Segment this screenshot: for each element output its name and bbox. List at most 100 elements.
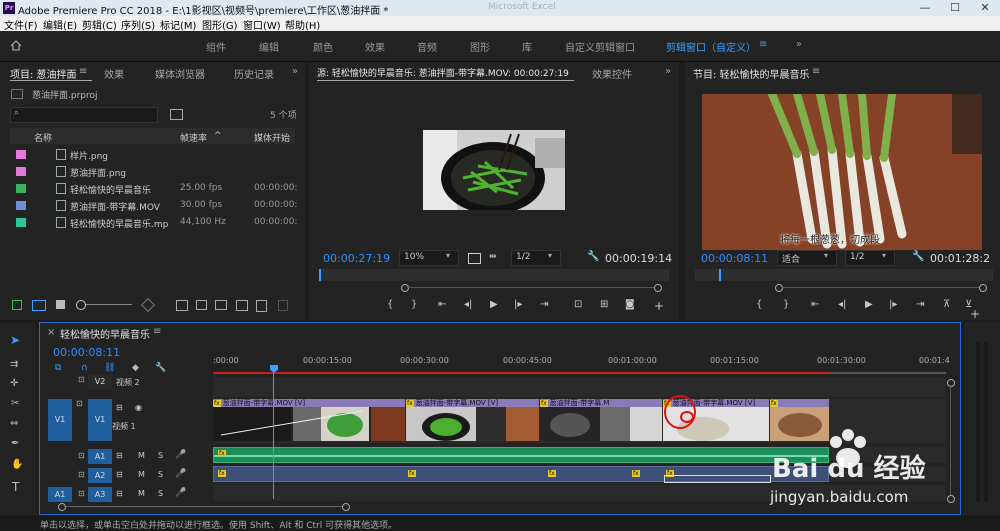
program-timecode[interactable]: 00:00:08:11 bbox=[701, 252, 768, 265]
razor-tool-icon[interactable]: ✂ bbox=[11, 398, 19, 409]
tab-history[interactable]: 历史记录 bbox=[234, 66, 274, 81]
menu-edit[interactable]: 编辑(E) bbox=[43, 17, 77, 32]
go-to-in-icon[interactable]: ⇤ bbox=[438, 299, 446, 310]
menu-clip[interactable]: 剪辑(C) bbox=[82, 17, 117, 32]
play-icon[interactable]: ▶ bbox=[490, 299, 498, 310]
tab-effect-controls[interactable]: 效果控件 bbox=[592, 66, 632, 81]
project-item-row[interactable]: 样片.png bbox=[10, 146, 293, 163]
source-timecode[interactable]: 00:00:27:19 bbox=[323, 252, 390, 265]
track-a2-solo[interactable]: S bbox=[158, 470, 163, 479]
pen-tool-icon[interactable]: ✒ bbox=[11, 438, 19, 449]
track-a2-mute[interactable]: M bbox=[138, 470, 145, 479]
new-bin-icon[interactable] bbox=[215, 300, 227, 310]
tab-project-menu[interactable]: ≡ bbox=[79, 66, 87, 77]
source-zoom-scrollbar[interactable] bbox=[407, 287, 655, 288]
add-button-icon[interactable]: + bbox=[654, 299, 664, 313]
sort-icon[interactable] bbox=[140, 297, 156, 313]
workspace-custom-edit[interactable]: 自定义剪辑窗口 bbox=[565, 39, 635, 54]
close-sequence-button[interactable]: × bbox=[47, 327, 55, 338]
new-bin-from-search-icon[interactable] bbox=[170, 109, 183, 120]
horizontal-scroll-handle[interactable] bbox=[342, 503, 350, 511]
horizontal-scrollbar[interactable] bbox=[64, 506, 342, 507]
add-marker-icon[interactable]: ◆ bbox=[132, 363, 139, 373]
project-item-row[interactable]: 轻松愉快的早晨音乐.mp 44,100 Hz 00:00:00: bbox=[10, 214, 297, 231]
timeline-settings-icon[interactable]: 🔧 bbox=[155, 363, 166, 373]
track-a1-mute[interactable]: M bbox=[138, 451, 145, 460]
sync-lock-icon[interactable]: ⊡ bbox=[78, 470, 86, 480]
column-name[interactable]: 名称 bbox=[34, 131, 52, 144]
source-timeline-ruler[interactable] bbox=[319, 269, 669, 281]
icon-view-icon[interactable] bbox=[56, 300, 65, 309]
column-media-start[interactable]: 媒体开始 bbox=[254, 131, 290, 144]
tab-effects[interactable]: 效果 bbox=[104, 66, 124, 81]
panel-overflow-button[interactable]: » bbox=[665, 66, 671, 77]
close-window-button[interactable]: ✕ bbox=[970, 0, 1000, 16]
export-frame-icon[interactable]: ◙ bbox=[625, 299, 635, 310]
mark-in-icon[interactable]: { bbox=[387, 299, 393, 310]
label-color-swatch[interactable] bbox=[16, 201, 26, 210]
workspace-audio[interactable]: 音频 bbox=[417, 39, 437, 54]
ripple-edit-tool-icon[interactable]: ✛ bbox=[10, 378, 18, 389]
automate-to-sequence-icon[interactable] bbox=[176, 300, 188, 311]
column-framerate[interactable]: 帧速率 bbox=[180, 131, 207, 144]
slip-tool-icon[interactable]: ⇔ bbox=[10, 418, 18, 429]
workspace-libraries[interactable]: 库 bbox=[522, 39, 532, 54]
project-search-input[interactable] bbox=[25, 108, 153, 120]
menu-file[interactable]: 文件(F) bbox=[4, 17, 38, 32]
overwrite-icon[interactable]: ⊞ bbox=[600, 299, 608, 310]
nest-icon[interactable]: ⧉ bbox=[55, 363, 61, 373]
program-playhead[interactable] bbox=[719, 269, 721, 281]
workspace-assembly[interactable]: 组件 bbox=[206, 39, 226, 54]
program-monitor-tab[interactable]: 节目: 轻松愉快的早晨音乐 bbox=[693, 66, 810, 81]
workspace-effects[interactable]: 效果 bbox=[365, 39, 385, 54]
wrench-icon[interactable]: 🔧 bbox=[912, 251, 924, 262]
project-item-row[interactable]: 轻松愉快的早晨音乐 25.00 fps 00:00:00: bbox=[10, 180, 297, 197]
project-item-row[interactable]: 葱油拌面-带字幕.MOV 30.00 fps 00:00:00: bbox=[10, 197, 297, 214]
go-to-out-icon[interactable]: ⇥ bbox=[916, 299, 924, 310]
audio-clip-music[interactable]: fx bbox=[213, 447, 829, 463]
step-forward-icon[interactable]: |▸ bbox=[889, 299, 897, 310]
scroll-handle-right[interactable] bbox=[979, 284, 987, 292]
label-color-swatch[interactable] bbox=[16, 218, 26, 227]
source-resolution-select[interactable]: 1/2 ▾ bbox=[511, 250, 561, 266]
sequence-tab[interactable]: 轻松愉快的早晨音乐 bbox=[60, 326, 150, 341]
microphone-icon[interactable]: 🎤 bbox=[175, 488, 186, 498]
microphone-icon[interactable]: 🎤 bbox=[175, 450, 186, 460]
program-timeline-ruler[interactable] bbox=[695, 269, 993, 281]
minimize-button[interactable]: — bbox=[910, 0, 940, 16]
trash-icon[interactable] bbox=[278, 300, 288, 311]
video-clip[interactable]: fx 葱油拌面-带字幕.MOV [V] bbox=[406, 399, 539, 441]
mark-out-icon[interactable]: } bbox=[411, 299, 417, 310]
menu-window[interactable]: 窗口(W) bbox=[243, 17, 281, 32]
selection-tool-icon[interactable]: ➤ bbox=[10, 333, 20, 347]
wrench-icon[interactable]: 🔧 bbox=[587, 251, 599, 262]
drag-video-icon[interactable]: ⇹ bbox=[489, 252, 497, 262]
label-color-swatch[interactable] bbox=[16, 150, 26, 159]
track-a3-mute[interactable]: M bbox=[138, 489, 145, 498]
home-icon[interactable] bbox=[10, 40, 22, 51]
panel-overflow-button[interactable]: » bbox=[292, 66, 298, 77]
sync-lock-icon[interactable]: ⊡ bbox=[78, 489, 86, 499]
menu-graphics[interactable]: 图形(G) bbox=[202, 17, 238, 32]
label-color-swatch[interactable] bbox=[16, 184, 26, 193]
insert-marker-icon[interactable] bbox=[468, 253, 481, 264]
sort-ascending-icon[interactable]: ^ bbox=[214, 131, 222, 141]
go-to-in-icon[interactable]: ⇤ bbox=[811, 299, 819, 310]
source-zoom-select[interactable]: 10% ▾ bbox=[399, 250, 459, 266]
source-monitor-tab[interactable]: 源: 轻松愉快的早晨音乐: 葱油拌面-带字幕.MOV: 00:00:27:19 bbox=[317, 66, 569, 79]
sequence-tab-menu[interactable]: ≡ bbox=[153, 326, 161, 337]
step-forward-icon[interactable]: |▸ bbox=[514, 299, 522, 310]
step-back-icon[interactable]: ◂| bbox=[464, 299, 472, 310]
program-resolution-select[interactable]: 1/2 ▾ bbox=[845, 250, 895, 266]
menu-sequence[interactable]: 序列(S) bbox=[121, 17, 155, 32]
go-to-out-icon[interactable]: ⇥ bbox=[540, 299, 548, 310]
lock-icon[interactable] bbox=[12, 300, 22, 310]
program-zoom-scrollbar[interactable] bbox=[781, 287, 979, 288]
mark-in-icon[interactable]: { bbox=[756, 299, 762, 310]
toggle-output-icon[interactable]: ⊟ bbox=[116, 451, 123, 460]
menu-help[interactable]: 帮助(H) bbox=[285, 17, 320, 32]
hand-tool-icon[interactable]: ✋ bbox=[11, 459, 23, 470]
linked-selection-icon[interactable]: ⛓ bbox=[104, 363, 115, 373]
audio-clip-dialogue[interactable]: fx fx fx fx fx bbox=[213, 466, 829, 483]
label-color-swatch[interactable] bbox=[16, 167, 26, 176]
